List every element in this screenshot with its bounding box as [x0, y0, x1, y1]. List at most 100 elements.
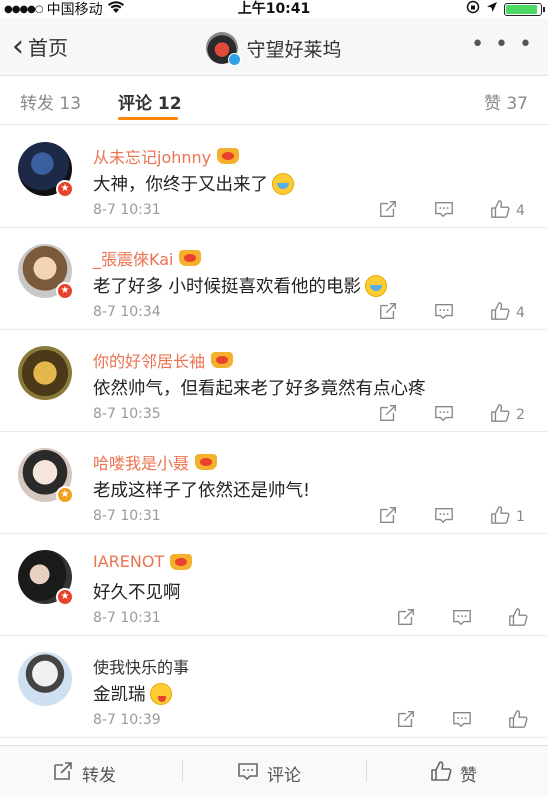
comment-author[interactable]: 你的好邻居长袖: [93, 348, 234, 372]
thumbs-up-icon: [490, 199, 510, 223]
battery-level: [506, 4, 537, 14]
repost-icon: [378, 199, 398, 223]
reply-comment-button[interactable]: [452, 607, 472, 631]
reply-comment-button[interactable]: [434, 301, 454, 325]
account-name: 守望好莱坞: [246, 38, 342, 61]
like-comment-button[interactable]: 1: [490, 505, 525, 529]
author-name: 你的好邻居长袖: [93, 352, 206, 371]
comment-item[interactable]: ★ _張震倈Kai 老了好多 小时候挺喜欢看他的电影 8-7 10:34 4: [0, 228, 548, 330]
like-comment-button[interactable]: 4: [490, 301, 525, 325]
like-count: 1: [516, 509, 525, 525]
like-comment-button[interactable]: 2: [490, 403, 525, 427]
author-name: 从未忘记johnny: [93, 148, 212, 167]
comment-icon: [434, 301, 454, 325]
repost-button[interactable]: 转发: [52, 760, 116, 787]
comment-text: 老成这样子了依然还是帅气!: [93, 477, 310, 502]
repost-comment-button[interactable]: [378, 199, 398, 223]
comment-text: 老了好多 小时候挺喜欢看他的电影: [93, 273, 388, 298]
comment-body: 老成这样子了依然还是帅气!: [93, 481, 311, 501]
lock-rotation-icon: [466, 0, 480, 18]
repost-icon: [396, 607, 416, 631]
comment-list: ★ 从未忘记johnny 大神，你终于又出来了 8-7 10:31 4 ★ _張震倈Kai 老…: [0, 126, 548, 738]
tab-likes[interactable]: 赞 37: [484, 89, 528, 114]
comment-item[interactable]: 你的好邻居长袖 依然帅气，但看起来老了好多竟然有点心疼 8-7 10:35 2: [0, 330, 548, 432]
thumbs-up-icon: [490, 301, 510, 325]
reply-comment-button[interactable]: [434, 199, 454, 223]
comment-body: 金凯瑞: [93, 685, 146, 705]
repost-icon: [378, 301, 398, 325]
reply-comment-button[interactable]: [434, 403, 454, 427]
repost-icon: [52, 760, 74, 787]
repost-label: 转发: [82, 766, 116, 786]
repost-icon: [378, 403, 398, 427]
reply-comment-button[interactable]: [434, 505, 454, 529]
avatar[interactable]: ★: [18, 550, 74, 606]
comment-text: 好久不见啊: [93, 579, 181, 604]
tab-comments[interactable]: 评论 12: [118, 89, 182, 114]
repost-comment-button[interactable]: [378, 505, 398, 529]
vip-crown-icon: [170, 553, 193, 570]
like-button[interactable]: 赞: [430, 760, 477, 787]
thumbs-up-icon: [508, 607, 528, 631]
avatar[interactable]: [18, 346, 72, 400]
comment-item[interactable]: ★ 从未忘记johnny 大神，你终于又出来了 8-7 10:31 4: [0, 126, 548, 228]
comment-icon: [434, 505, 454, 529]
reply-comment-button[interactable]: [452, 709, 472, 733]
like-count: 4: [516, 305, 525, 321]
location-icon: [486, 1, 498, 17]
user-badge-icon: ★: [56, 180, 74, 198]
comment-author[interactable]: _張震倈Kai: [93, 246, 202, 270]
comment-author[interactable]: 哈喽我是小聂: [93, 450, 218, 474]
like-label: 赞: [460, 766, 477, 786]
comment-actions: [0, 607, 548, 629]
comment-text: 金凯瑞: [93, 681, 172, 706]
author-name: _張震倈Kai: [93, 250, 174, 269]
comment-text: 大神，你终于又出来了: [93, 171, 294, 196]
comment-icon: [434, 199, 454, 223]
repost-icon: [396, 709, 416, 733]
avatar[interactable]: ★: [18, 244, 74, 300]
like-comment-button[interactable]: [508, 709, 528, 733]
thumbs-up-icon: [490, 403, 510, 427]
avatar-image: [18, 652, 72, 706]
tongue-emoji-icon: [149, 682, 172, 705]
repost-comment-button[interactable]: [378, 403, 398, 427]
like-comment-button[interactable]: [508, 607, 528, 631]
comment-author[interactable]: IARENOT: [93, 552, 193, 571]
comment-actions: 2: [0, 403, 548, 425]
active-tab-indicator: [118, 117, 178, 120]
comment-author[interactable]: 使我快乐的事: [93, 654, 189, 678]
comment-icon: [237, 760, 259, 787]
avatar[interactable]: ★: [18, 142, 74, 198]
comment-body: 老了好多 小时候挺喜欢看他的电影: [93, 277, 362, 297]
like-comment-button[interactable]: 4: [490, 199, 525, 223]
avatar[interactable]: ★: [18, 448, 74, 504]
comment-label: 评论: [267, 766, 301, 786]
status-bar: ●●●●○ 中国移动 上午10:41: [0, 0, 548, 18]
comment-body: 依然帅气，但看起来老了好多竟然有点心疼: [93, 379, 426, 399]
vip-crown-icon: [217, 148, 240, 164]
repost-comment-button[interactable]: [378, 301, 398, 325]
comment-item[interactable]: ★ 哈喽我是小聂 老成这样子了依然还是帅气! 8-7 10:31 1: [0, 432, 548, 534]
comment-item[interactable]: ★ IARENOT 好久不见啊 8-7 10:31: [0, 534, 548, 636]
verified-badge-icon: [228, 53, 242, 66]
avatar[interactable]: [18, 652, 72, 706]
comment-actions: [0, 709, 548, 731]
author-name: 使我快乐的事: [93, 658, 190, 677]
comment-author[interactable]: 从未忘记johnny: [93, 144, 240, 168]
divider: [182, 760, 183, 782]
page-title[interactable]: 守望好莱坞: [0, 32, 548, 66]
comment-icon: [434, 403, 454, 427]
user-badge-icon: ★: [56, 588, 74, 606]
repost-comment-button[interactable]: [396, 709, 416, 733]
tab-bar: 转发 13 评论 12 赞 37: [0, 77, 548, 125]
comment-item[interactable]: 使我快乐的事 金凯瑞 8-7 10:39: [0, 636, 548, 738]
thumbs-up-icon: [508, 709, 528, 733]
comment-button[interactable]: 评论: [237, 760, 301, 787]
more-options-icon[interactable]: • • •: [471, 32, 534, 57]
vip-crown-icon: [195, 454, 218, 470]
tab-reposts[interactable]: 转发 13: [20, 89, 81, 114]
bottom-action-bar: 转发 评论 赞: [0, 745, 548, 797]
repost-comment-button[interactable]: [396, 607, 416, 631]
comment-body: 大神，你终于又出来了: [93, 175, 268, 195]
